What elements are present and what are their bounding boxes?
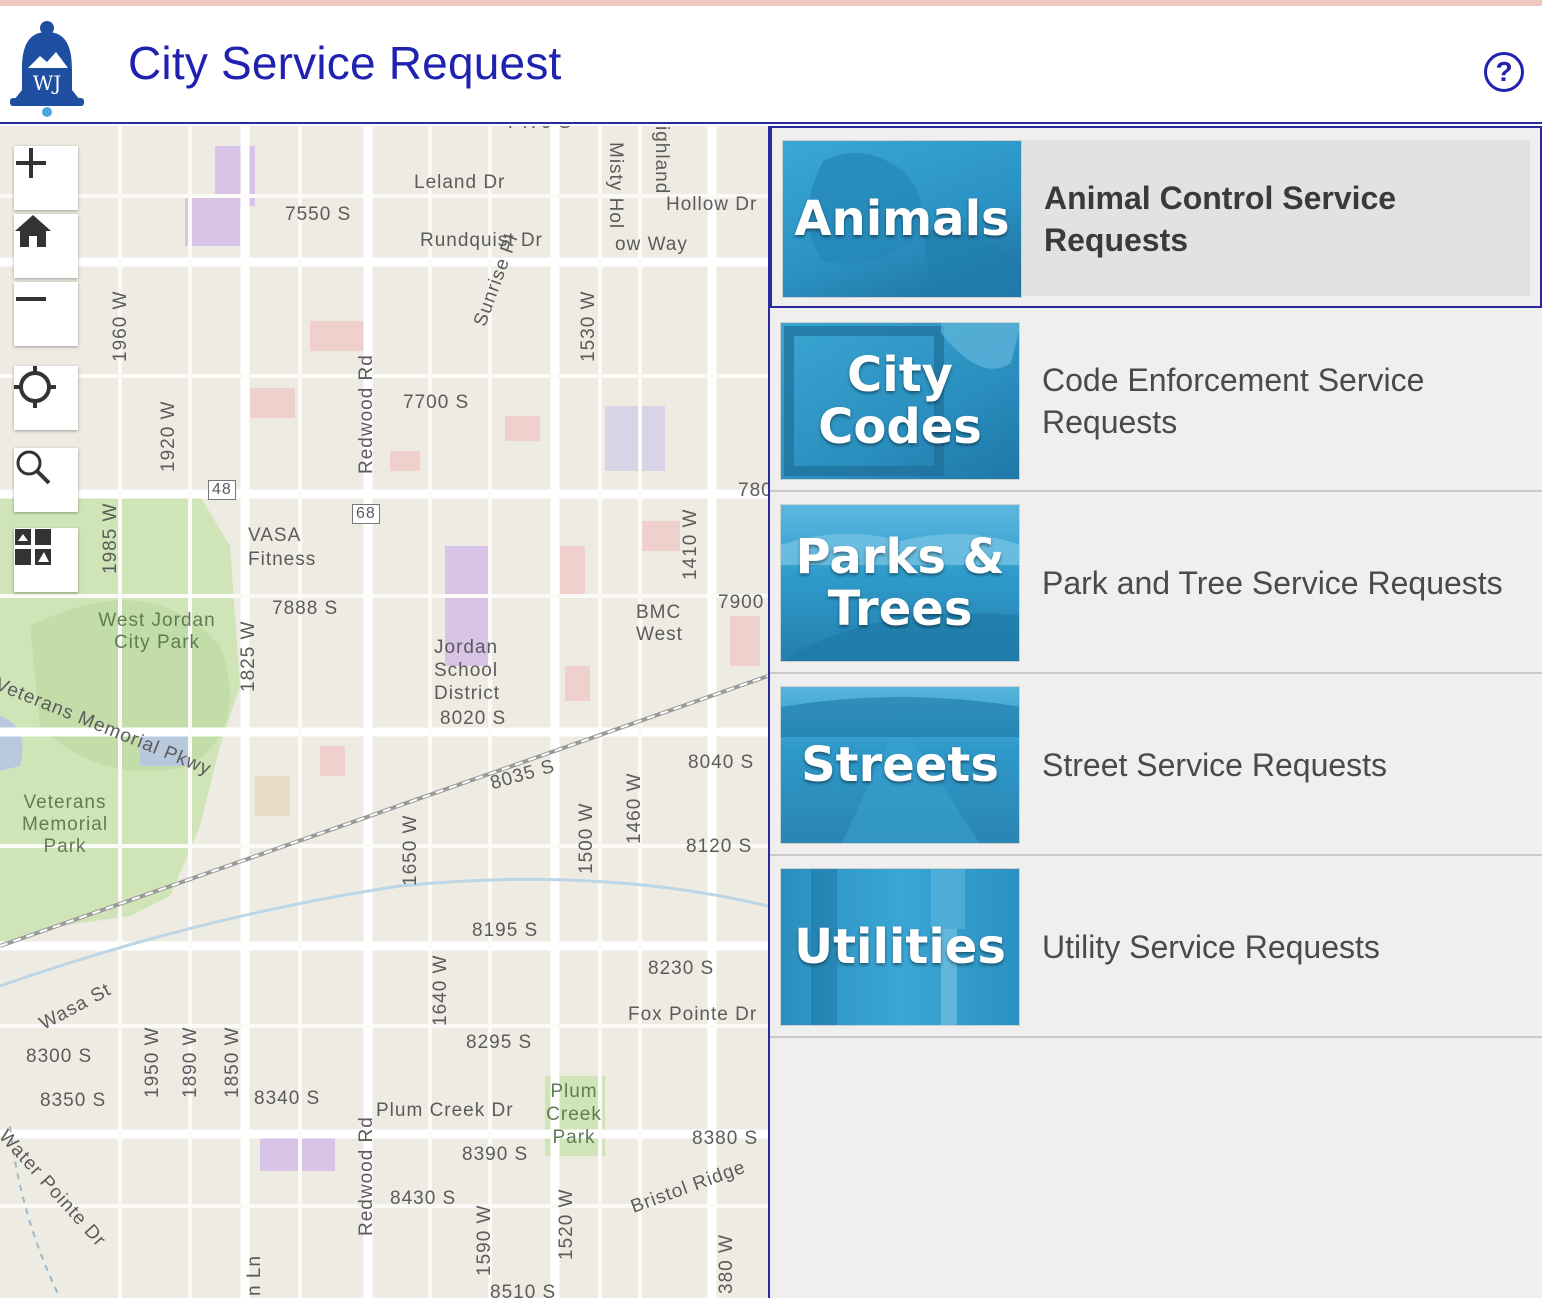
- basemap-gallery-button[interactable]: [14, 528, 78, 592]
- map-label: 1825 W: [238, 620, 259, 692]
- map-label: 8430 S: [390, 1188, 457, 1209]
- crosshair-icon: [14, 366, 56, 408]
- map-label: Hollow Dr: [666, 194, 758, 215]
- map-label: 8350 S: [40, 1090, 107, 1111]
- parks-trees-thumbnail: Parks & Trees: [780, 504, 1020, 662]
- map-label: BMC West: [636, 602, 683, 645]
- map-label: 8195 S: [472, 920, 539, 941]
- thumb-title: Streets: [801, 737, 999, 793]
- thumb-title: City Codes: [818, 347, 982, 455]
- help-icon[interactable]: ?: [1484, 52, 1524, 92]
- logo-text: WJ: [33, 71, 62, 95]
- search-button[interactable]: [14, 448, 78, 512]
- map-label: Redwood Rd: [356, 354, 377, 474]
- map-label: 1920 W: [158, 400, 179, 472]
- service-item-parks-trees[interactable]: Parks & Trees Park and Tree Service Requ…: [770, 492, 1542, 674]
- map-label: 1460 W: [624, 772, 645, 844]
- map-label: Redwood Rd: [356, 1116, 377, 1236]
- thumb-title: Animals: [794, 191, 1010, 247]
- map-label: 1960 W: [110, 290, 131, 362]
- map-view[interactable]: Leland Dr 7550 S Hollow Dr Rundquist Dr …: [0, 126, 768, 1298]
- service-item-city-codes[interactable]: City Codes Code Enforcement Service Requ…: [770, 310, 1542, 492]
- service-item-streets[interactable]: Streets Street Service Requests: [770, 674, 1542, 856]
- thumb-title: Utilities: [794, 919, 1006, 975]
- map-label: 1640 W: [430, 954, 451, 1026]
- zoom-in-button[interactable]: [14, 146, 78, 210]
- map-label: 1985 W: [100, 502, 121, 574]
- service-item-animals[interactable]: Animals Animal Control Service Requests: [770, 126, 1542, 308]
- map-label: VASA Fitness: [248, 525, 317, 570]
- map-label: Veterans Memorial Park: [21, 792, 109, 857]
- service-label: Park and Tree Service Requests: [1042, 565, 1503, 601]
- map-label: 1850 W: [222, 1026, 243, 1098]
- map-label: Plum Creek Park: [546, 1081, 602, 1148]
- map-label: 1520 W: [556, 1188, 577, 1260]
- map-label: ighland: [651, 126, 672, 195]
- map-label: 8390 S: [462, 1144, 529, 1165]
- map-label: Rundquist Dr: [420, 230, 543, 251]
- map-label: 7888 S: [272, 598, 339, 619]
- map-label: 8380 S: [692, 1128, 759, 1149]
- app-title: City Service Request: [128, 37, 562, 89]
- service-label: Utility Service Requests: [1042, 929, 1380, 965]
- zoom-out-button[interactable]: [14, 282, 78, 346]
- map-label: Jordan School District: [434, 637, 501, 704]
- locate-button[interactable]: [14, 366, 78, 430]
- map-label: 7700 S: [403, 392, 470, 413]
- map-label: Fox Pointe Dr: [628, 1004, 758, 1025]
- service-list: Animals Animal Control Service Requests …: [768, 126, 1542, 1298]
- home-button[interactable]: [14, 214, 78, 278]
- map-label: 1590 W: [474, 1204, 495, 1276]
- city-codes-thumbnail: City Codes: [780, 322, 1020, 480]
- map-label: 7900: [718, 592, 765, 613]
- map-label: 1650 W: [400, 814, 421, 886]
- map-label: 8510 S: [490, 1282, 557, 1298]
- map-label: 1410 W: [680, 508, 701, 580]
- minus-icon: [16, 297, 46, 301]
- map-label: 780: [738, 480, 768, 501]
- map-label: 8040 S: [688, 752, 755, 773]
- service-label: Animal Control Service Requests: [1044, 180, 1397, 258]
- map-label: West Jordan City Park: [98, 610, 216, 653]
- map-label: Leland Dr: [414, 172, 506, 193]
- thumb-title: Parks & Trees: [795, 529, 1005, 637]
- map-label: 8295 S: [466, 1032, 533, 1053]
- map-label: n Ln: [244, 1255, 265, 1296]
- map-label: ow Way: [615, 234, 688, 255]
- map-label: 1950 W: [142, 1026, 163, 1098]
- map-label: 1530 W: [578, 290, 599, 362]
- map-label: Plum Creek Dr: [376, 1100, 514, 1121]
- service-label: Street Service Requests: [1042, 747, 1388, 783]
- map-label: 8230 S: [648, 958, 715, 979]
- service-label: Code Enforcement Service Requests: [1042, 362, 1425, 440]
- map-label: 8020 S: [440, 708, 507, 729]
- map-label: 1500 W: [576, 802, 597, 874]
- utilities-thumbnail: Utilities: [780, 868, 1020, 1026]
- map-label: 7470 S: [506, 126, 572, 134]
- home-icon: [15, 215, 51, 247]
- city-bell-logo: WJ: [6, 18, 88, 118]
- route-shield-68: 68: [352, 504, 380, 524]
- map-label: 8340 S: [254, 1088, 321, 1109]
- map-label: 7550 S: [285, 204, 352, 225]
- app-header: WJ City Service Request ?: [0, 6, 1542, 124]
- map-label: 1890 W: [180, 1026, 201, 1098]
- map-label: Misty Hol: [605, 142, 626, 230]
- service-item-utilities[interactable]: Utilities Utility Service Requests: [770, 856, 1542, 1038]
- map-label: 380 W: [716, 1234, 737, 1294]
- basemap-gallery-icon: [15, 529, 51, 565]
- route-shield-48: 48: [208, 480, 236, 500]
- animals-thumbnail: Animals: [782, 140, 1022, 298]
- streets-thumbnail: Streets: [780, 686, 1020, 844]
- map-label: 8300 S: [26, 1046, 93, 1067]
- plus-icon: [16, 148, 46, 178]
- search-icon: [16, 450, 51, 485]
- map-label: 8120 S: [686, 836, 753, 857]
